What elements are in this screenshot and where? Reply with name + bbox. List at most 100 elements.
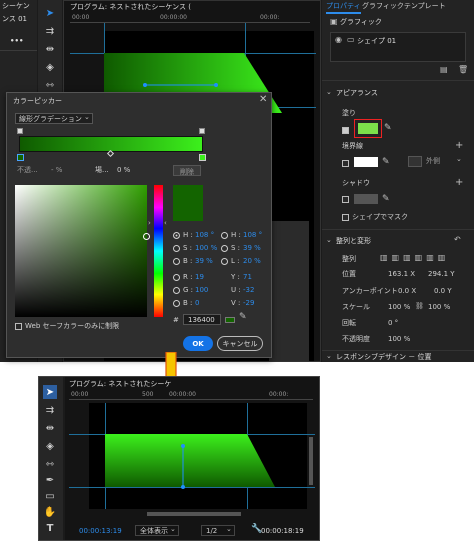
chevron-down-icon[interactable]: ⌄ xyxy=(326,353,332,360)
shadow-swatch[interactable] xyxy=(354,194,378,204)
add-icon[interactable]: + xyxy=(455,178,463,188)
close-icon[interactable]: ✕ xyxy=(259,95,267,105)
fill-checkbox[interactable] xyxy=(342,127,349,134)
layer-row[interactable]: ◉ ▭ シェイプ 01 xyxy=(330,32,466,62)
ok-button[interactable]: OK xyxy=(183,336,213,351)
selection-tool-icon[interactable]: ➤ xyxy=(43,6,57,20)
scroll-bar[interactable] xyxy=(309,437,313,485)
cancel-button[interactable]: キャンセル xyxy=(217,336,263,351)
hsl-h-radio[interactable] xyxy=(221,232,228,239)
rgb-r-value[interactable]: 19 xyxy=(195,274,204,281)
program-title[interactable]: プログラム: ネストされたシーケンス ( xyxy=(70,4,191,11)
scale-height[interactable]: 100 % xyxy=(428,304,450,311)
selection-tool-icon[interactable]: ➤ xyxy=(43,385,57,399)
fill-swatch-outline[interactable] xyxy=(354,119,382,138)
type-tool-icon[interactable]: T xyxy=(43,521,57,535)
reset-icon[interactable]: ↶ xyxy=(454,236,461,244)
tab-properties[interactable]: プロパティ xyxy=(326,3,361,14)
green-shape-bottom[interactable] xyxy=(105,434,285,489)
rotation-value[interactable]: 0 ° xyxy=(388,320,398,327)
eyedropper-icon[interactable]: ✎ xyxy=(382,195,390,204)
hsb-b-value[interactable]: 39 % xyxy=(195,258,213,265)
h-radio[interactable] xyxy=(173,232,180,239)
razor-tool-icon[interactable]: ◈ xyxy=(43,439,57,453)
hand-tool-icon[interactable]: ✋ xyxy=(43,505,57,519)
hue-pointer-icon[interactable]: ‹ xyxy=(164,220,167,227)
layer-name[interactable]: シェイプ 01 xyxy=(357,38,396,45)
opacity-stop-left[interactable] xyxy=(17,128,23,134)
track-select-tool-icon[interactable]: ⇉ xyxy=(43,24,57,38)
hsl-s-radio[interactable] xyxy=(221,245,228,252)
s-radio[interactable] xyxy=(173,245,180,252)
hue-slider[interactable] xyxy=(154,185,163,317)
zoom-select[interactable]: 全体表示 ⌄ xyxy=(135,525,179,536)
hsl-s-value[interactable]: 39 % xyxy=(243,245,261,252)
track-select-tool-icon[interactable]: ⇉ xyxy=(43,403,57,417)
hsb-h-value[interactable]: 108 ° xyxy=(195,232,214,239)
layer-options-icon[interactable]: ▤ xyxy=(440,66,448,74)
color-stop-left[interactable] xyxy=(17,154,24,161)
slip-tool-icon[interactable]: ⇿ xyxy=(43,78,57,92)
b-radio[interactable] xyxy=(173,258,180,265)
ripple-edit-tool-icon[interactable]: ⇹ xyxy=(43,42,57,56)
left-panel-tab[interactable]: シーケン xyxy=(2,3,30,10)
panel-menu-dots[interactable]: ••• xyxy=(10,38,23,45)
rectangle-tool-icon[interactable]: ▭ xyxy=(43,489,57,503)
sequence-label[interactable]: ンス 01 xyxy=(2,16,27,23)
color-stop-right[interactable] xyxy=(199,154,206,161)
web-safe-checkbox[interactable] xyxy=(15,323,22,330)
color-field-cursor[interactable] xyxy=(143,233,150,240)
stroke-position-dropdown[interactable]: 外側 xyxy=(426,158,440,165)
fill-swatch[interactable] xyxy=(358,123,378,134)
position-y[interactable]: 294.1 Y xyxy=(428,271,455,278)
color-field[interactable] xyxy=(15,185,147,317)
eyedropper-icon[interactable]: ✎ xyxy=(382,158,390,167)
stop-position-value[interactable]: 0 % xyxy=(117,167,130,174)
slip-tool-icon[interactable]: ⇿ xyxy=(43,457,57,471)
stroke-swatch[interactable] xyxy=(354,157,378,167)
yuv-v-value[interactable]: -29 xyxy=(243,300,254,307)
mask-checkbox[interactable] xyxy=(342,214,349,221)
chevron-down-icon[interactable]: ⌄ xyxy=(456,156,462,163)
opacity-stop-right[interactable] xyxy=(199,128,205,134)
anchor-y[interactable]: 0.0 Y xyxy=(434,288,452,295)
ripple-edit-tool-icon[interactable]: ⇹ xyxy=(43,421,57,435)
eyedropper-icon[interactable]: ✎ xyxy=(239,313,247,322)
add-icon[interactable]: + xyxy=(455,141,463,151)
yuv-u-value[interactable]: -32 xyxy=(243,287,254,294)
position-x[interactable]: 163.1 X xyxy=(388,271,415,278)
delete-stop-button[interactable]: 削除 xyxy=(173,165,201,176)
razor-tool-icon[interactable]: ◈ xyxy=(43,60,57,74)
resolution-select[interactable]: 1/2 ⌄ xyxy=(201,525,235,536)
hsl-l-radio[interactable] xyxy=(221,258,228,265)
rgb-g-value[interactable]: 100 xyxy=(195,287,208,294)
link-icon[interactable]: ⛓ xyxy=(415,303,424,310)
stop-opacity-value[interactable]: - % xyxy=(51,167,62,174)
scale-width[interactable]: 100 % xyxy=(388,304,410,311)
r-radio[interactable] xyxy=(173,274,180,281)
hue-pointer-icon[interactable]: › xyxy=(148,220,151,227)
trash-icon[interactable]: 🗑 xyxy=(458,66,468,74)
shadow-checkbox[interactable] xyxy=(342,196,349,203)
pen-tool-icon[interactable]: ✒ xyxy=(43,473,57,487)
hsl-l-value[interactable]: 20 % xyxy=(243,258,261,265)
stroke-width-field[interactable] xyxy=(408,156,422,167)
tab-graphic-template[interactable]: グラフィックテンプレート xyxy=(362,3,446,10)
g-radio[interactable] xyxy=(173,287,180,294)
rgb-b-radio[interactable] xyxy=(173,300,180,307)
eye-icon[interactable]: ◉ xyxy=(335,36,342,44)
hex-input[interactable]: 136400 xyxy=(183,314,221,325)
opacity-value[interactable]: 100 % xyxy=(388,336,410,343)
eyedropper-icon[interactable]: ✎ xyxy=(384,124,392,133)
chevron-down-icon[interactable]: ⌄ xyxy=(326,89,332,96)
hsl-h-value[interactable]: 108 ° xyxy=(243,232,262,239)
hsb-s-value[interactable]: 100 % xyxy=(195,245,217,252)
program-title-bottom[interactable]: プログラム: ネストされたシーケ xyxy=(69,381,171,388)
yuv-y-value[interactable]: 71 xyxy=(243,274,252,281)
playhead-bar[interactable] xyxy=(147,512,241,516)
current-time[interactable]: 00:00:13:19 xyxy=(79,528,122,535)
gradient-type-select[interactable]: 線形グラデーション ⌄ xyxy=(15,113,93,124)
rgb-b-value[interactable]: 0 xyxy=(195,300,199,307)
anchor-x[interactable]: 0.0 X xyxy=(398,288,416,295)
stroke-checkbox[interactable] xyxy=(342,160,349,167)
